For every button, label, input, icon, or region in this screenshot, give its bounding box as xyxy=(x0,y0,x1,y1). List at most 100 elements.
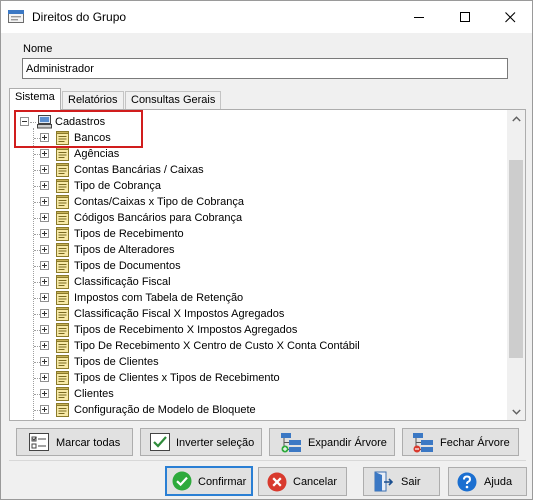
mark-all-label: Marcar todas xyxy=(56,437,121,449)
minimize-icon xyxy=(413,16,424,18)
cancel-x-icon xyxy=(267,472,287,495)
notepad-icon xyxy=(56,227,70,241)
checklist-icon xyxy=(29,433,49,454)
window-title: Direitos do Grupo xyxy=(32,10,127,24)
help-question-icon xyxy=(457,472,477,495)
notepad-icon xyxy=(56,211,70,225)
tree-expand-toggle[interactable] xyxy=(40,229,49,238)
tree-expand-toggle[interactable] xyxy=(40,213,49,222)
tree-expand-toggle[interactable] xyxy=(40,149,49,158)
scroll-up-button[interactable] xyxy=(507,110,525,127)
tree-expand-toggle[interactable] xyxy=(40,325,49,334)
tab-sistema[interactable]: Sistema xyxy=(9,88,61,110)
tree-node-item[interactable]: Tipos de Alteradores xyxy=(74,242,174,258)
name-field[interactable] xyxy=(22,58,508,79)
invert-selection-label: Inverter seleção xyxy=(176,437,255,449)
notepad-icon xyxy=(56,147,70,161)
dialog-window: Direitos do Grupo Nome Sistema Relatório… xyxy=(0,0,533,500)
scroll-down-button[interactable] xyxy=(507,403,525,420)
chevron-up-icon xyxy=(511,115,521,121)
notepad-icon xyxy=(56,163,70,177)
tree-node-item[interactable]: Tipo de Cobrança xyxy=(74,178,161,194)
name-label: Nome xyxy=(23,43,53,55)
checkmark-icon xyxy=(150,433,170,454)
tree-node-item[interactable]: Tipos de Clientes xyxy=(74,354,159,370)
tree-expand-toggle[interactable] xyxy=(40,197,49,206)
invert-selection-button[interactable]: Inverter seleção xyxy=(140,428,262,456)
window-app-icon xyxy=(8,9,24,24)
close-button[interactable] xyxy=(487,1,533,33)
tree-node-item[interactable]: Classificação Fiscal xyxy=(74,274,171,290)
notepad-icon xyxy=(56,387,70,401)
tree-node-item[interactable]: Códigos Bancários para Cobrança xyxy=(74,210,242,226)
tree-node-item[interactable]: Contas Bancárias / Caixas xyxy=(74,162,204,178)
exit-door-icon xyxy=(374,471,394,495)
confirm-check-icon xyxy=(172,471,192,494)
exit-button[interactable]: Sair xyxy=(363,467,440,496)
tree-connector xyxy=(33,128,34,420)
tree-expand-toggle[interactable] xyxy=(40,181,49,190)
tree-expand-toggle[interactable] xyxy=(40,309,49,318)
footer-divider xyxy=(9,460,526,461)
notepad-icon xyxy=(56,275,70,289)
tree-expand-toggle[interactable] xyxy=(40,293,49,302)
expand-tree-button[interactable]: Expandir Árvore xyxy=(269,428,395,456)
tree-node-item[interactable]: Contas/Caixas x Tipo de Cobrança xyxy=(74,194,244,210)
maximize-button[interactable] xyxy=(442,1,488,33)
highlight-box xyxy=(14,110,143,148)
tree-node-item[interactable]: Tipos de Recebimento X Impostos Agregado… xyxy=(74,322,297,338)
notepad-icon xyxy=(56,291,70,305)
tree-expand-toggle[interactable] xyxy=(40,405,49,414)
help-label: Ajuda xyxy=(484,476,513,488)
tree-scrollbar[interactable] xyxy=(507,110,525,420)
notepad-icon xyxy=(56,371,70,385)
help-button[interactable]: Ajuda xyxy=(448,467,527,496)
tree-expand-toggle[interactable] xyxy=(40,357,49,366)
tree-node-item[interactable]: Agências xyxy=(74,146,119,162)
notepad-icon xyxy=(56,307,70,321)
tab-consultas-gerais[interactable]: Consultas Gerais xyxy=(125,91,222,109)
maximize-icon xyxy=(459,11,470,22)
minimize-button[interactable] xyxy=(396,1,442,33)
mark-all-button[interactable]: Marcar todas xyxy=(16,428,133,456)
notepad-icon xyxy=(56,259,70,273)
tree-expand-toggle[interactable] xyxy=(40,165,49,174)
tree-expand-toggle[interactable] xyxy=(40,389,49,398)
collapse-tree-label: Fechar Árvore xyxy=(440,437,510,449)
exit-label: Sair xyxy=(401,476,421,488)
confirm-button[interactable]: Confirmar xyxy=(165,466,253,496)
collapse-tree-button[interactable]: Fechar Árvore xyxy=(402,428,519,456)
permissions-tree[interactable]: Cadastros Bancos Agências Contas Bancárias … xyxy=(9,109,526,421)
tree-node-item[interactable]: Impostos com Tabela de Retenção xyxy=(74,290,243,306)
cancel-button[interactable]: Cancelar xyxy=(258,467,347,496)
confirm-label: Confirmar xyxy=(198,476,247,488)
tree-node-item[interactable]: Classificação Fiscal X Impostos Agregado… xyxy=(74,306,284,322)
tree-node-item[interactable]: Tipos de Documentos xyxy=(74,258,181,274)
notepad-icon xyxy=(56,323,70,337)
scroll-thumb[interactable] xyxy=(509,160,523,358)
title-bar[interactable]: Direitos do Grupo xyxy=(1,1,532,33)
tree-expand-toggle[interactable] xyxy=(40,261,49,270)
notepad-icon xyxy=(56,195,70,209)
chevron-down-icon xyxy=(511,409,521,415)
tree-expand-toggle[interactable] xyxy=(40,245,49,254)
notepad-icon xyxy=(56,243,70,257)
tree-node-item[interactable]: Tipos de Clientes x Tipos de Recebimento xyxy=(74,370,280,386)
close-icon xyxy=(504,11,515,22)
tree-node-item[interactable]: Clientes xyxy=(74,386,114,402)
cancel-label: Cancelar xyxy=(293,476,338,488)
tree-expand-toggle[interactable] xyxy=(40,277,49,286)
notepad-icon xyxy=(56,339,70,353)
tree-expand-toggle[interactable] xyxy=(40,373,49,382)
tree-node-item[interactable]: Tipo De Recebimento X Centro de Custo X … xyxy=(74,338,360,354)
notepad-icon xyxy=(56,355,70,369)
collapse-tree-icon xyxy=(412,432,434,456)
tree-expand-toggle[interactable] xyxy=(40,341,49,350)
expand-tree-label: Expandir Árvore xyxy=(308,437,387,449)
expand-tree-icon xyxy=(280,432,302,456)
tree-node-item[interactable]: Configuração de Modelo de Bloquete xyxy=(74,402,256,418)
tree-node-item[interactable]: Tipos de Recebimento xyxy=(74,226,184,242)
notepad-icon xyxy=(56,403,70,417)
tab-relatorios[interactable]: Relatórios xyxy=(62,91,124,109)
notepad-icon xyxy=(56,179,70,193)
